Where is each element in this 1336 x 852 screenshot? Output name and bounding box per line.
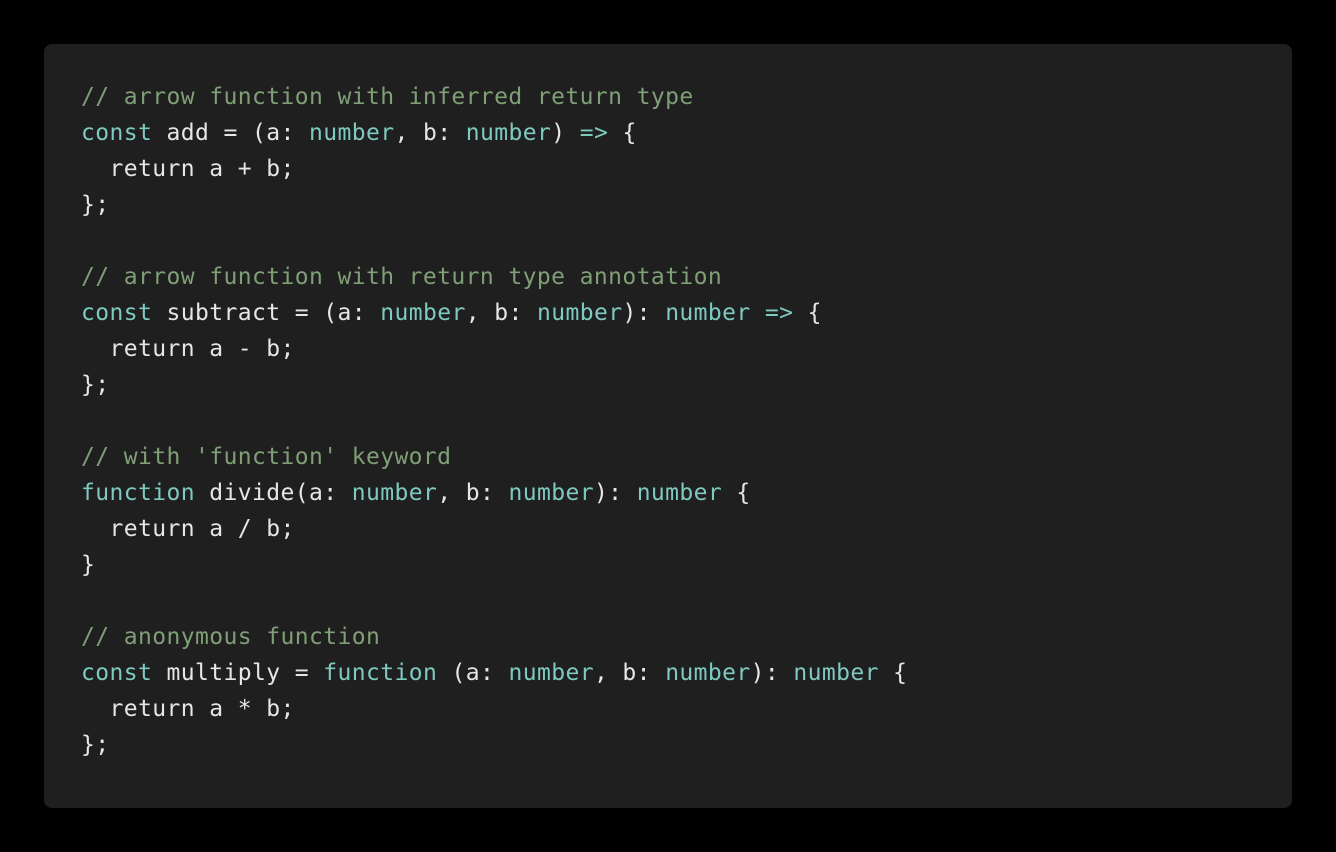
code-text: , b: [593,660,666,686]
code-line: }; [81,727,1292,763]
code-line: return a / b; [81,511,1292,547]
code-line: return a - b; [81,331,1292,367]
code-text: divide(a: [194,480,352,506]
code-type: number [308,120,395,146]
code-type: number [793,660,879,686]
code-line: } [81,547,1292,583]
code-text: , b: [394,120,466,146]
code-keyword: function [81,480,195,506]
code-comment: // arrow function with inferred return t… [81,84,694,110]
code-text: ): [750,660,794,686]
code-type: number [536,300,623,326]
code-type: number [465,120,552,146]
code-text: { [722,480,751,506]
code-line: return a + b; [81,151,1292,187]
code-keyword: const [81,120,153,146]
code-type: number [380,300,466,326]
code-block: // arrow function with inferred return t… [81,79,1292,763]
code-text: add = (a: [152,120,309,146]
code-line: // anonymous function [81,619,1292,655]
code-type: number [636,480,723,506]
code-line: const multiply = function (a: number, b:… [81,655,1292,691]
code-text: , b: [437,480,509,506]
code-text: return a * b; [81,696,295,722]
code-line: return a * b; [81,691,1292,727]
code-text: subtract = (a: [152,300,381,326]
code-keyword: function [323,660,438,686]
code-snippet-card: // arrow function with inferred return t… [44,44,1292,808]
code-text: }; [81,372,110,398]
code-line: // arrow function with inferred return t… [81,79,1292,115]
code-text: }; [81,732,110,758]
code-text: ): [622,300,666,326]
code-text: { [608,120,637,146]
code-keyword: => [764,300,794,326]
code-keyword: const [81,660,153,686]
code-type: number [665,300,751,326]
code-text: { [793,300,822,326]
code-text: return a - b; [81,336,295,362]
code-comment: // with 'function' keyword [81,444,452,470]
code-keyword: => [579,120,609,146]
code-text: ) [551,120,580,146]
code-text: } [81,552,96,578]
code-line: const add = (a: number, b: number) => { [81,115,1292,151]
code-text: multiply = [152,660,324,686]
code-type: number [665,660,751,686]
code-type: number [351,480,438,506]
code-line: function divide(a: number, b: number): n… [81,475,1292,511]
code-text: (a: [437,660,509,686]
code-text: }; [81,192,110,218]
code-line: // arrow function with return type annot… [81,259,1292,295]
code-keyword: const [81,300,153,326]
code-comment: // arrow function with return type annot… [81,264,723,290]
code-comment: // anonymous function [81,624,381,650]
code-line: // with 'function' keyword [81,439,1292,475]
code-text: { [878,660,908,686]
code-line: }; [81,367,1292,403]
code-text: , b: [465,300,537,326]
code-type: number [508,480,594,506]
code-line: const subtract = (a: number, b: number):… [81,295,1292,331]
code-text: ): [593,480,637,506]
code-line: }; [81,187,1292,223]
code-text: return a + b; [81,156,295,182]
code-text: return a / b; [81,516,295,542]
code-type: number [508,660,594,686]
